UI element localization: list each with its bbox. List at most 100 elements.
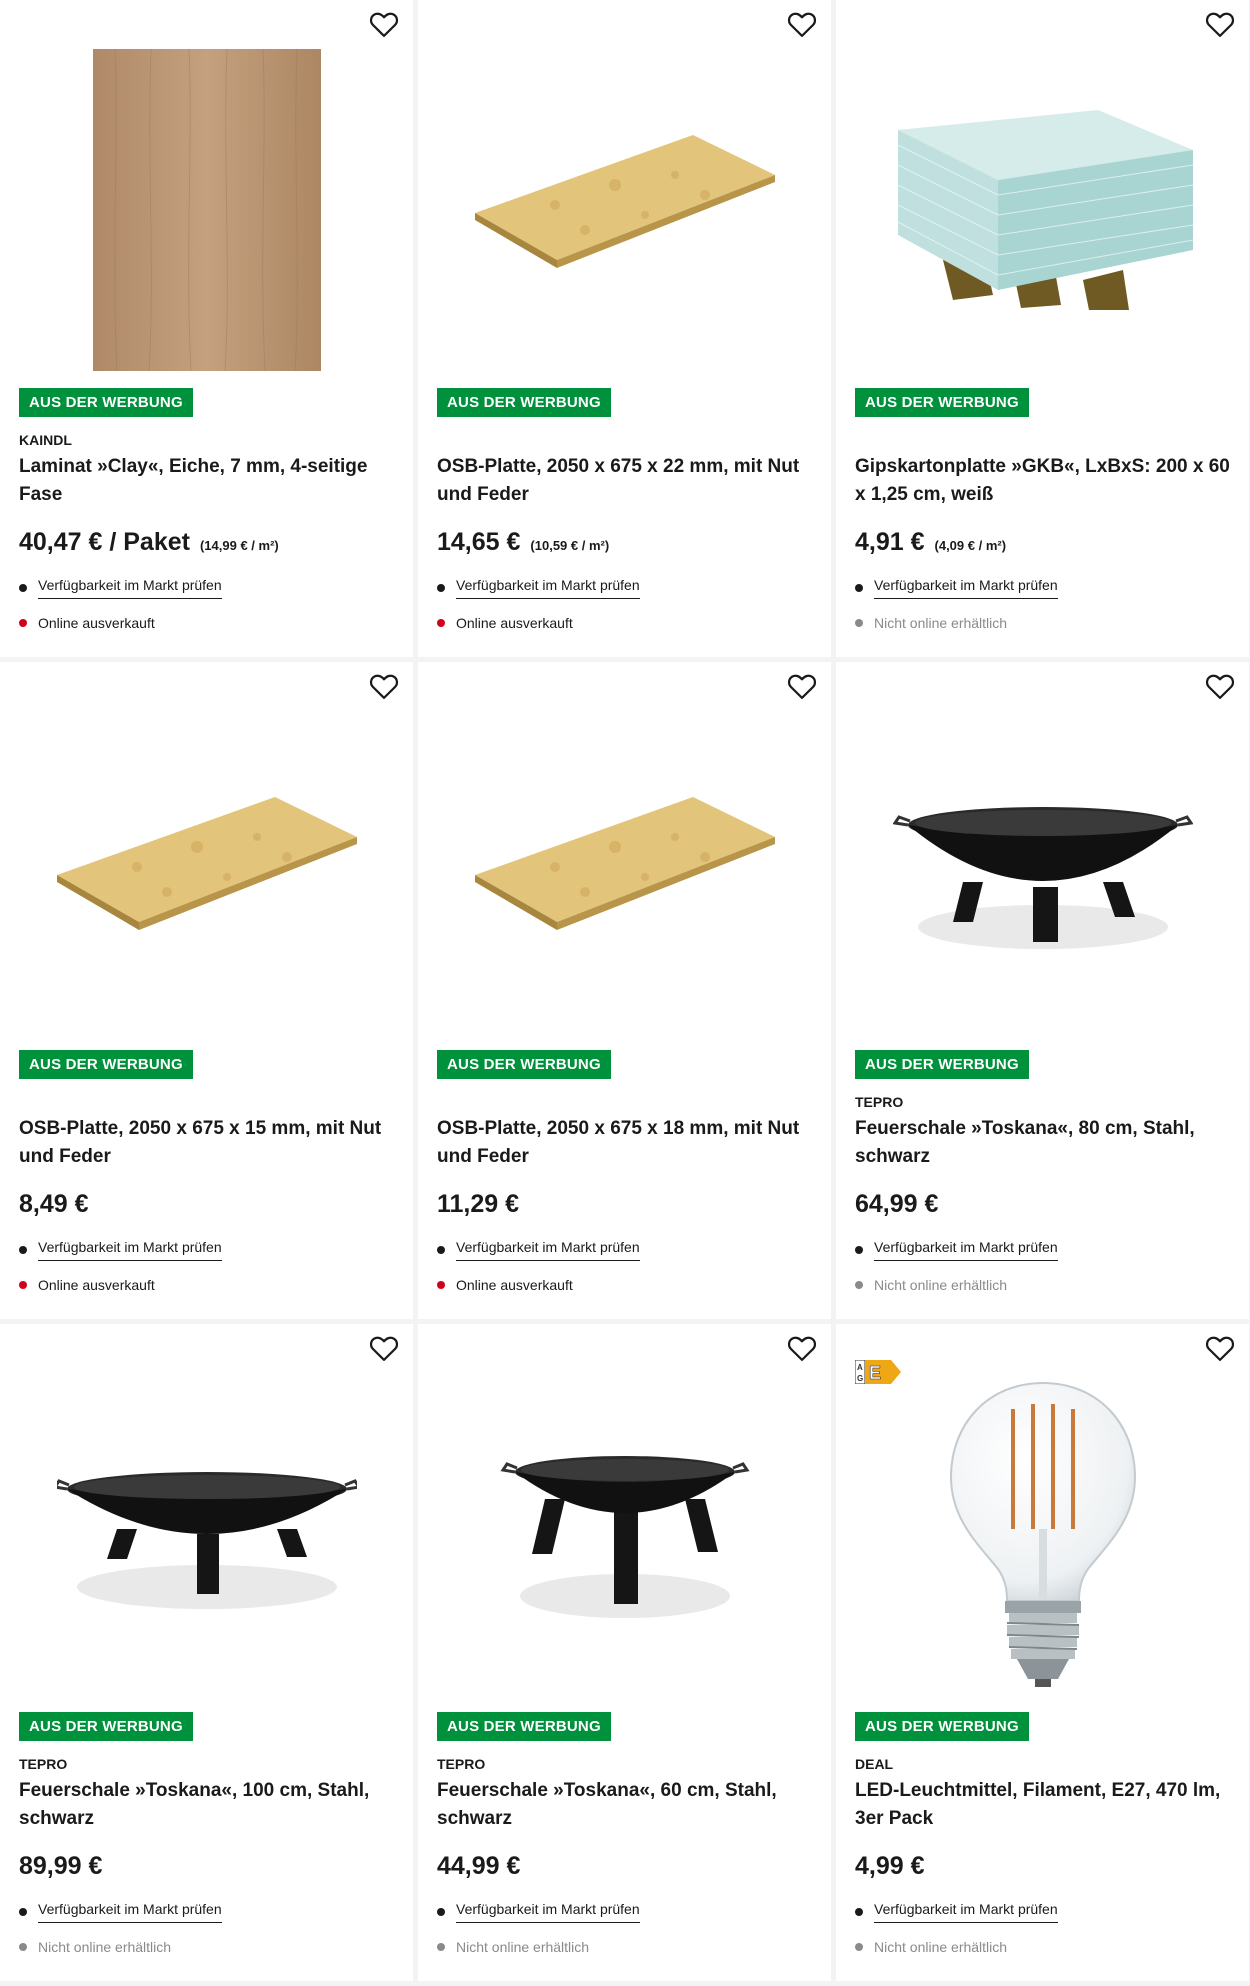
price-row: 89,99 €	[19, 1852, 112, 1881]
wishlist-heart-icon[interactable]	[787, 10, 819, 40]
price-row: 40,47 € / Paket (14,99 € / m²)	[19, 528, 279, 557]
online-status-text: Online ausverkauft	[456, 1277, 573, 1293]
online-status: Nicht online erhältlich	[855, 615, 1007, 631]
product-card[interactable]: AUS DER WERBUNG TEPRO Feuerschale »Toska…	[0, 1324, 413, 1981]
status-dot-icon	[19, 1908, 27, 1916]
product-image[interactable]	[836, 702, 1249, 1042]
product-title[interactable]: LED-Leuchtmittel, Filament, E27, 470 lm,…	[855, 1777, 1231, 1833]
wishlist-heart-icon[interactable]	[369, 10, 401, 40]
product-title[interactable]: OSB-Platte, 2050 x 675 x 22 mm, mit Nut …	[437, 453, 813, 509]
product-image[interactable]	[0, 40, 413, 380]
product-title[interactable]: Laminat »Clay«, Eiche, 7 mm, 4-seitige F…	[19, 453, 395, 509]
product-card[interactable]: A G E AUS DER WERBUNG DEAL LED-Leuchtmit…	[836, 1324, 1249, 1981]
wishlist-heart-icon[interactable]	[369, 1334, 401, 1364]
check-availability-link[interactable]: Verfügbarkeit im Markt prüfen	[874, 1901, 1058, 1923]
store-availability: Verfügbarkeit im Markt prüfen	[855, 1901, 1058, 1923]
product-title[interactable]: Gipskartonplatte »GKB«, LxBxS: 200 x 60 …	[855, 453, 1231, 509]
check-availability-link[interactable]: Verfügbarkeit im Markt prüfen	[456, 1901, 640, 1923]
online-status-text: Nicht online erhältlich	[874, 615, 1008, 631]
product-brand: KAINDL	[19, 432, 72, 448]
status-dot-icon	[437, 1281, 445, 1289]
advertising-badge: AUS DER WERBUNG	[437, 1050, 611, 1079]
status-dot-icon	[19, 584, 27, 592]
status-dot-icon	[19, 1943, 27, 1951]
check-availability-link[interactable]: Verfügbarkeit im Markt prüfen	[874, 577, 1058, 599]
product-card[interactable]: AUS DER WERBUNG Gipskartonplatte »GKB«, …	[836, 0, 1249, 657]
wishlist-heart-icon[interactable]	[369, 672, 401, 702]
store-availability: Verfügbarkeit im Markt prüfen	[437, 1901, 640, 1923]
product-image[interactable]	[836, 40, 1249, 380]
check-availability-link[interactable]: Verfügbarkeit im Markt prüfen	[38, 1901, 222, 1923]
product-brand: TEPRO	[855, 1094, 904, 1110]
product-price: 40,47 € / Paket	[19, 528, 190, 556]
price-row: 14,65 € (10,59 € / m²)	[437, 528, 609, 557]
product-card[interactable]: AUS DER WERBUNG KAINDL Laminat »Clay«, E…	[0, 0, 413, 657]
status-dot-icon	[19, 1246, 27, 1254]
product-image[interactable]	[0, 702, 413, 1042]
product-image[interactable]	[418, 1364, 831, 1704]
advertising-badge: AUS DER WERBUNG	[19, 1712, 193, 1741]
status-dot-icon	[855, 1943, 863, 1951]
status-dot-icon	[437, 1943, 445, 1951]
status-dot-icon	[855, 1246, 863, 1254]
wishlist-heart-icon[interactable]	[1205, 1334, 1237, 1364]
online-status-text: Nicht online erhältlich	[38, 1939, 172, 1955]
product-brand: TEPRO	[437, 1756, 486, 1772]
unit-price: (10,59 € / m²)	[530, 538, 610, 553]
status-dot-icon	[437, 1246, 445, 1254]
product-image[interactable]	[0, 1364, 413, 1704]
online-status: Online ausverkauft	[437, 1277, 573, 1293]
status-dot-icon	[19, 1281, 27, 1289]
price-row: 64,99 €	[855, 1190, 948, 1219]
product-price: 64,99 €	[855, 1190, 939, 1218]
product-image[interactable]	[836, 1364, 1249, 1704]
unit-price: (4,09 € / m²)	[934, 538, 1007, 553]
check-availability-link[interactable]: Verfügbarkeit im Markt prüfen	[38, 577, 222, 599]
status-dot-icon	[855, 619, 863, 627]
store-availability: Verfügbarkeit im Markt prüfen	[19, 577, 222, 599]
wishlist-heart-icon[interactable]	[1205, 10, 1237, 40]
store-availability: Verfügbarkeit im Markt prüfen	[855, 577, 1058, 599]
product-card[interactable]: AUS DER WERBUNG TEPRO Feuerschale »Toska…	[836, 662, 1249, 1319]
product-title[interactable]: Feuerschale »Toskana«, 60 cm, Stahl, sch…	[437, 1777, 813, 1833]
check-availability-link[interactable]: Verfügbarkeit im Markt prüfen	[456, 577, 640, 599]
product-title[interactable]: OSB-Platte, 2050 x 675 x 18 mm, mit Nut …	[437, 1115, 813, 1171]
product-title[interactable]: OSB-Platte, 2050 x 675 x 15 mm, mit Nut …	[19, 1115, 395, 1171]
product-card[interactable]: AUS DER WERBUNG OSB-Platte, 2050 x 675 x…	[0, 662, 413, 1319]
status-dot-icon	[437, 584, 445, 592]
online-status-text: Nicht online erhältlich	[874, 1939, 1008, 1955]
product-grid: AUS DER WERBUNG KAINDL Laminat »Clay«, E…	[0, 0, 1250, 1981]
advertising-badge: AUS DER WERBUNG	[855, 1050, 1029, 1079]
status-dot-icon	[437, 619, 445, 627]
product-title[interactable]: Feuerschale »Toskana«, 100 cm, Stahl, sc…	[19, 1777, 395, 1833]
online-status-text: Online ausverkauft	[38, 1277, 155, 1293]
product-image[interactable]	[418, 40, 831, 380]
online-status-text: Nicht online erhältlich	[456, 1939, 590, 1955]
online-status-text: Online ausverkauft	[38, 615, 155, 631]
product-card[interactable]: AUS DER WERBUNG OSB-Platte, 2050 x 675 x…	[418, 662, 831, 1319]
check-availability-link[interactable]: Verfügbarkeit im Markt prüfen	[874, 1239, 1058, 1261]
online-status: Nicht online erhältlich	[437, 1939, 589, 1955]
product-price: 8,49 €	[19, 1190, 89, 1218]
advertising-badge: AUS DER WERBUNG	[19, 388, 193, 417]
wishlist-heart-icon[interactable]	[1205, 672, 1237, 702]
check-availability-link[interactable]: Verfügbarkeit im Markt prüfen	[456, 1239, 640, 1261]
online-status-text: Online ausverkauft	[456, 615, 573, 631]
wishlist-heart-icon[interactable]	[787, 672, 819, 702]
price-row: 8,49 €	[19, 1190, 99, 1219]
product-image[interactable]	[418, 702, 831, 1042]
product-price: 4,91 €	[855, 528, 925, 556]
price-row: 44,99 €	[437, 1852, 530, 1881]
product-title[interactable]: Feuerschale »Toskana«, 80 cm, Stahl, sch…	[855, 1115, 1231, 1171]
store-availability: Verfügbarkeit im Markt prüfen	[437, 577, 640, 599]
price-row: 4,99 €	[855, 1852, 935, 1881]
product-price: 11,29 €	[437, 1190, 520, 1218]
check-availability-link[interactable]: Verfügbarkeit im Markt prüfen	[38, 1239, 222, 1261]
product-card[interactable]: AUS DER WERBUNG TEPRO Feuerschale »Toska…	[418, 1324, 831, 1981]
advertising-badge: AUS DER WERBUNG	[437, 1712, 611, 1741]
wishlist-heart-icon[interactable]	[787, 1334, 819, 1364]
store-availability: Verfügbarkeit im Markt prüfen	[19, 1901, 222, 1923]
product-card[interactable]: AUS DER WERBUNG OSB-Platte, 2050 x 675 x…	[418, 0, 831, 657]
product-brand: DEAL	[855, 1756, 894, 1772]
online-status: Nicht online erhältlich	[855, 1277, 1007, 1293]
